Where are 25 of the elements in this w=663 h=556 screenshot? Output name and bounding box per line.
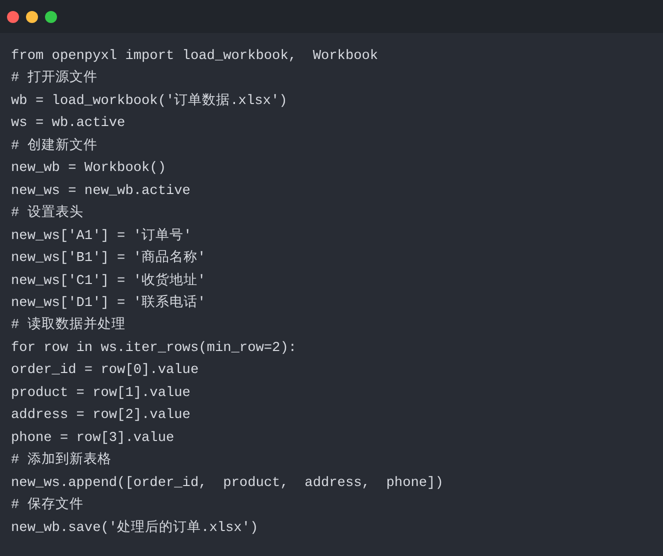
code-line: new_ws['A1'] = '订单号': [11, 227, 192, 246]
code-line: new_wb = Workbook(): [11, 160, 166, 178]
code-line: wb = load_workbook('订单数据.xlsx'): [11, 92, 288, 111]
code-line: order_id = row[0].value: [11, 362, 199, 380]
code-line: # 读取数据并处理: [11, 316, 126, 336]
code-line: from openpyxl import load_workbook, Workbook: [11, 48, 378, 66]
code-line: phone = row[3].value: [11, 430, 174, 448]
code-line: new_wb.save('处理后的订单.xlsx'): [11, 518, 258, 538]
window-control-button[interactable]: [7, 10, 19, 22]
code-line: new_ws = new_wb.active: [11, 182, 190, 201]
code-line: new_ws['C1'] = '收货地址': [11, 272, 206, 291]
code-line: new_ws.append([order_id, product, address, phone]): [11, 474, 444, 493]
code-line: product = row[1].value: [11, 384, 190, 403]
code-line: # 设置表头: [11, 204, 84, 224]
code-line: ws = wb.active: [11, 115, 126, 134]
code-line: new_ws['B1'] = '商品名称': [11, 248, 206, 268]
window-control-button[interactable]: [45, 10, 57, 22]
code-line: address = row[2].value: [11, 407, 190, 426]
code-line: # 保存文件: [11, 496, 84, 516]
code-line: for row in ws.iter_rows(min_row=2):: [11, 340, 297, 358]
code-line: # 添加到新表格: [11, 450, 112, 470]
code-line: new_ws['D1'] = '联系电话': [11, 294, 206, 313]
code-line: # 创建新文件: [11, 136, 98, 156]
window-control-button[interactable]: [26, 10, 38, 22]
code-line: # 打开源文件: [11, 68, 98, 88]
